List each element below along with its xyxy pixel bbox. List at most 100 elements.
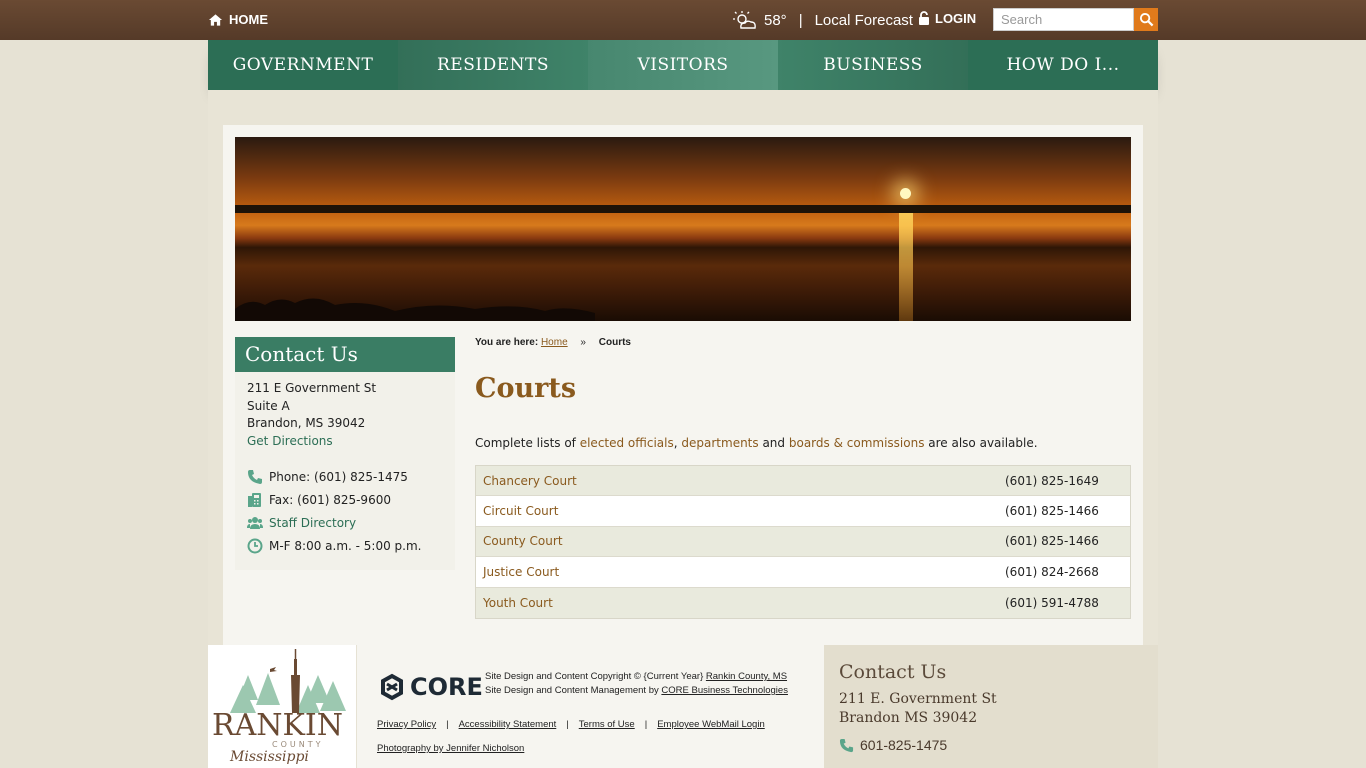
departments-link[interactable]: departments: [681, 436, 758, 450]
hero-sunset-image: [235, 137, 1131, 321]
boards-commissions-link[interactable]: boards & commissions: [789, 436, 925, 450]
main-nav: GOVERNMENT RESIDENTS VISITORS BUSINESS H…: [208, 40, 1158, 90]
home-link[interactable]: HOME: [208, 12, 268, 27]
breadcrumb-prefix: You are here:: [475, 337, 539, 348]
staff-directory-row[interactable]: Staff Directory: [247, 515, 356, 531]
search-icon: [1139, 12, 1153, 27]
contact-sidebar: Contact Us 211 E Government St Suite A B…: [235, 337, 455, 570]
employee-webmail-link[interactable]: Employee WebMail Login: [657, 719, 765, 730]
table-row: Circuit Court (601) 825-1466: [476, 496, 1130, 527]
rocks-silhouette: [235, 298, 595, 321]
breadcrumb-current: Courts: [598, 337, 631, 348]
local-forecast-link[interactable]: Local Forecast: [815, 12, 913, 29]
home-icon: [208, 13, 223, 26]
footer-links: Privacy Policy | Accessibility Statement…: [377, 719, 765, 730]
court-link[interactable]: County Court: [483, 534, 1005, 548]
footer-credits: CORE Site Design and Content Copyright ©…: [357, 645, 824, 768]
nav-visitors[interactable]: VISITORS: [588, 40, 778, 90]
copyright-text: Site Design and Content Copyright © {Cur…: [485, 670, 788, 698]
courts-table: Chancery Court (601) 825-1649 Circuit Co…: [475, 465, 1131, 619]
footer-contact: Contact Us 211 E. Government St Brandon …: [824, 645, 1158, 768]
sun: [900, 188, 911, 199]
address-line: Suite A: [247, 398, 290, 413]
breadcrumb-home-link[interactable]: Home: [541, 337, 568, 348]
core-logo[interactable]: CORE: [377, 673, 483, 701]
court-link[interactable]: Justice Court: [483, 565, 1005, 579]
weather-widget[interactable]: 58° | Local Forecast: [732, 10, 913, 30]
sidebar-address: 211 E Government St Suite A Brandon, MS …: [247, 380, 376, 450]
phone-icon: [839, 738, 854, 752]
accessibility-statement-link[interactable]: Accessibility Statement: [459, 719, 557, 730]
court-phone: (601) 825-1466: [1005, 534, 1099, 549]
nav-business[interactable]: BUSINESS: [778, 40, 968, 90]
copyright-fragment: Site Design and Content Management by: [485, 685, 662, 696]
core-business-link[interactable]: CORE Business Technologies: [661, 685, 788, 696]
court-link[interactable]: Youth Court: [483, 596, 1005, 610]
rankin-logo-graphic: RANKIN COUNTY Mississippi: [212, 649, 346, 765]
privacy-policy-link[interactable]: Privacy Policy: [377, 719, 436, 730]
elected-officials-link[interactable]: elected officials: [580, 436, 674, 450]
phone-row: Phone: (601) 825-1475: [247, 469, 408, 485]
clock-icon: [247, 538, 263, 554]
address-line: Brandon MS 39042: [839, 710, 978, 726]
staff-directory-link[interactable]: Staff Directory: [269, 516, 356, 530]
court-link[interactable]: Chancery Court: [483, 474, 1005, 488]
search-button[interactable]: [1134, 8, 1158, 31]
footer-address: 211 E. Government St Brandon MS 39042: [839, 690, 997, 728]
rankin-county-logo[interactable]: RANKIN COUNTY Mississippi: [208, 645, 356, 768]
intro-fragment: Complete lists of: [475, 436, 580, 450]
login-link[interactable]: LOGIN: [918, 11, 976, 26]
intro-fragment: are also available.: [924, 436, 1038, 450]
footer-contact-heading: Contact Us: [839, 661, 947, 683]
users-icon: [247, 517, 263, 529]
copyright-fragment: Site Design and Content Copyright © {Cur…: [485, 671, 706, 682]
footer-phone-text: 601-825-1475: [860, 737, 948, 753]
address-line: 211 E. Government St: [839, 691, 997, 707]
nav-government[interactable]: GOVERNMENT: [208, 40, 398, 90]
court-phone: (601) 825-1466: [1005, 504, 1099, 519]
court-phone: (601) 591-4788: [1005, 595, 1099, 610]
footer-phone[interactable]: 601-825-1475: [839, 737, 947, 753]
fax-text: Fax: (601) 825-9600: [269, 493, 391, 507]
separator: |: [798, 11, 803, 29]
nav-how-do-i[interactable]: HOW DO I...: [968, 40, 1158, 90]
copyright-line: Site Design and Content Management by CO…: [485, 684, 788, 698]
breadcrumb-separator: »: [580, 337, 586, 348]
separator: |: [644, 719, 648, 730]
nav-residents[interactable]: RESIDENTS: [398, 40, 588, 90]
top-bar: HOME 58° | Local Forecast LOGIN: [0, 0, 1366, 40]
shoreline: [235, 205, 1131, 213]
logo-rankin-text: RANKIN: [212, 708, 343, 743]
table-row: Youth Court (601) 591-4788: [476, 587, 1130, 618]
core-knot-icon: [381, 673, 403, 701]
copyright-line: Site Design and Content Copyright © {Cur…: [485, 670, 788, 684]
lock-icon: [919, 11, 929, 25]
court-link[interactable]: Circuit Court: [483, 504, 1005, 518]
core-text: CORE: [410, 673, 483, 701]
court-phone: (601) 824-2668: [1005, 564, 1099, 579]
page-title: Courts: [475, 373, 577, 404]
intro-text: Complete lists of elected officials, dep…: [475, 436, 1038, 450]
breadcrumb: You are here: Home » Courts: [475, 337, 631, 348]
address-line: Brandon, MS 39042: [247, 416, 366, 430]
search-input[interactable]: [993, 8, 1134, 31]
intro-fragment: and: [758, 436, 789, 450]
rankin-county-link[interactable]: Rankin County, MS: [706, 671, 787, 682]
table-row: Justice Court (601) 824-2668: [476, 557, 1130, 588]
phone-icon: [248, 470, 262, 484]
terms-of-use-link[interactable]: Terms of Use: [579, 719, 635, 730]
sidebar-heading: Contact Us: [235, 337, 455, 372]
hours-text: M-F 8:00 a.m. - 5:00 p.m.: [269, 539, 422, 553]
fax-icon: [248, 493, 261, 507]
temperature: 58°: [764, 11, 787, 29]
court-phone: (601) 825-1649: [1005, 473, 1099, 488]
photo-credit-link[interactable]: Photography by Jennifer Nicholson: [377, 743, 524, 754]
partly-sunny-icon: [733, 11, 756, 29]
phone-text: Phone: (601) 825-1475: [269, 470, 408, 484]
table-row: County Court (601) 825-1466: [476, 526, 1130, 558]
home-label: HOME: [229, 12, 268, 27]
hours-row: M-F 8:00 a.m. - 5:00 p.m.: [247, 538, 422, 554]
separator: |: [446, 719, 449, 730]
get-directions-link[interactable]: Get Directions: [247, 434, 333, 448]
fax-row: Fax: (601) 825-9600: [247, 492, 391, 508]
